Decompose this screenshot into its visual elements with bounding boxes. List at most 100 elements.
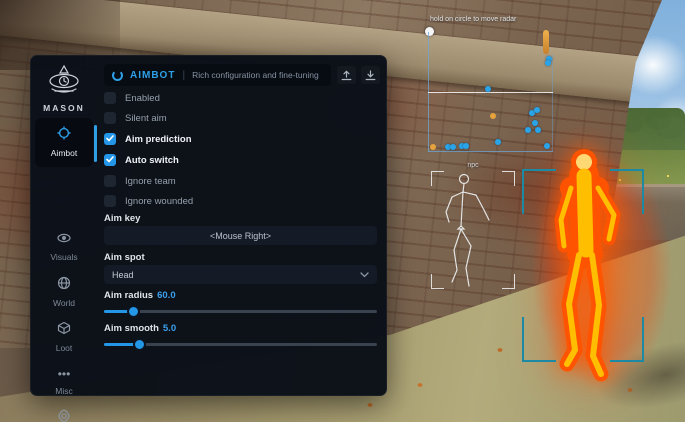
eye-icon	[57, 232, 71, 244]
bracket-corner	[502, 171, 515, 186]
chevron-down-icon	[360, 270, 369, 280]
radar-overlay[interactable]: hold on circle to move radar	[426, 14, 558, 156]
slider-label-text: Aim smooth	[104, 323, 159, 334]
sidebar-item-label: Visuals	[35, 252, 93, 262]
checkbox-ignore-team[interactable]: Ignore team	[104, 175, 176, 187]
radar-enemy-dot	[463, 143, 469, 149]
checkbox-label: Aim prediction	[125, 134, 192, 145]
slider-value: 60.0	[157, 290, 176, 301]
aim-radius-slider[interactable]	[104, 304, 377, 318]
check-icon	[106, 156, 114, 163]
brand-logo: MASON	[31, 64, 97, 113]
sidebar-item-settings[interactable]: Settings	[35, 409, 93, 422]
sidebar-item-misc[interactable]: ••• Misc	[35, 365, 93, 396]
crosshair-icon	[57, 126, 71, 140]
checkbox-label: Ignore team	[125, 176, 176, 187]
checkbox-ignore-wounded[interactable]: Ignore wounded	[104, 195, 193, 207]
eye-pyramid-logo-icon	[43, 64, 85, 96]
radar-enemy-dot	[485, 86, 491, 92]
aim-key-label: Aim key	[104, 213, 140, 224]
radar-enemy-dot	[495, 139, 501, 145]
checkbox-box[interactable]	[104, 133, 116, 145]
checkbox-enabled[interactable]: Enabled	[104, 92, 160, 104]
bracket-corner	[431, 274, 444, 289]
sidebar-item-label: World	[35, 298, 93, 308]
radar-enemy-dot	[532, 120, 538, 126]
radar-hint-text: hold on circle to move radar	[430, 16, 558, 23]
cheat-menu-window: MASON Aimbot	[30, 55, 387, 396]
radar-enemy-dot	[525, 127, 531, 133]
globe-icon	[57, 276, 71, 290]
slider-value: 5.0	[163, 323, 176, 334]
skeleton-esp: npc	[430, 162, 516, 290]
sidebar-item-visuals[interactable]: Visuals	[35, 231, 93, 262]
bracket-corner	[522, 317, 556, 362]
radar-enemy-dot	[535, 127, 541, 133]
checkbox-label: Auto switch	[125, 155, 179, 166]
cube-icon	[57, 321, 71, 335]
checkbox-box[interactable]	[104, 195, 116, 207]
radar-item-dot	[490, 113, 496, 119]
checkbox-auto-switch[interactable]: Auto switch	[104, 154, 179, 166]
checkbox-aim-prediction[interactable]: Aim prediction	[104, 133, 192, 145]
checkbox-label: Silent aim	[125, 113, 167, 124]
aim-spot-label: Aim spot	[104, 252, 145, 263]
sidebar-item-label: Aimbot	[35, 148, 93, 158]
sidebar-item-loot[interactable]: Loot	[35, 321, 93, 353]
aim-smooth-slider[interactable]	[104, 337, 377, 351]
export-config-button[interactable]	[337, 66, 356, 84]
aim-key-binding-field[interactable]: <Mouse Right>	[104, 226, 377, 245]
radar-enemy-dot	[545, 60, 551, 66]
aim-spot-select[interactable]: Head	[104, 265, 377, 284]
slider-label-text: Aim radius	[104, 290, 153, 301]
upload-icon	[341, 70, 352, 81]
tab-content-aimbot: AIMBOT | Rich configuration and fine-tun…	[97, 56, 388, 395]
download-icon	[365, 70, 376, 81]
sidebar: MASON Aimbot	[31, 56, 97, 395]
bracket-corner	[502, 274, 515, 289]
radar-drag-handle[interactable]	[425, 27, 434, 36]
checkbox-box[interactable]	[104, 175, 116, 187]
checkbox-label: Enabled	[125, 93, 160, 104]
aim-radius-label: Aim radius 60.0	[104, 290, 176, 301]
radar-enemy-dot	[534, 107, 540, 113]
sidebar-item-label: Loot	[35, 343, 93, 353]
spinner-icon	[112, 70, 123, 81]
bracket-corner	[610, 169, 644, 214]
gear-icon	[57, 409, 71, 422]
aim-spot-selected-value: Head	[112, 270, 134, 280]
radar-axis-line	[428, 92, 553, 93]
ellipsis-icon: •••	[58, 368, 71, 380]
slider-thumb[interactable]	[127, 305, 140, 318]
esp-name-label: npc	[430, 162, 516, 169]
bracket-corner	[431, 171, 444, 186]
import-config-button[interactable]	[361, 66, 380, 84]
checkbox-box[interactable]	[104, 92, 116, 104]
radar-item-dot	[430, 144, 436, 150]
check-icon	[106, 135, 114, 142]
checkbox-box[interactable]	[104, 154, 116, 166]
checkbox-label: Ignore wounded	[125, 196, 193, 207]
checkbox-silent-aim[interactable]: Silent aim	[104, 112, 167, 124]
target-esp-brackets	[522, 169, 644, 362]
game-screen: npc hold on circle to move radar	[0, 0, 685, 422]
checkbox-box[interactable]	[104, 112, 116, 124]
bracket-corner	[522, 169, 556, 214]
bracket-corner	[610, 317, 644, 362]
slider-thumb[interactable]	[133, 338, 146, 351]
radar-enemy-dot	[450, 144, 456, 150]
tab-header: AIMBOT | Rich configuration and fine-tun…	[104, 64, 331, 86]
radar-enemy-dot	[544, 143, 550, 149]
sidebar-item-label: Misc	[35, 386, 93, 396]
sidebar-item-aimbot[interactable]: Aimbot	[35, 118, 93, 167]
radar-marker-bar	[543, 30, 549, 54]
radar-border	[428, 151, 553, 152]
slider-track[interactable]	[104, 310, 377, 313]
brand-name: MASON	[31, 103, 97, 113]
title-separator: |	[182, 70, 185, 81]
sidebar-item-world[interactable]: World	[35, 276, 93, 308]
aim-smooth-label: Aim smooth 5.0	[104, 323, 176, 334]
tab-title: AIMBOT	[130, 70, 175, 81]
tab-subtitle: Rich configuration and fine-tuning	[192, 70, 319, 80]
radar-border	[552, 54, 553, 152]
